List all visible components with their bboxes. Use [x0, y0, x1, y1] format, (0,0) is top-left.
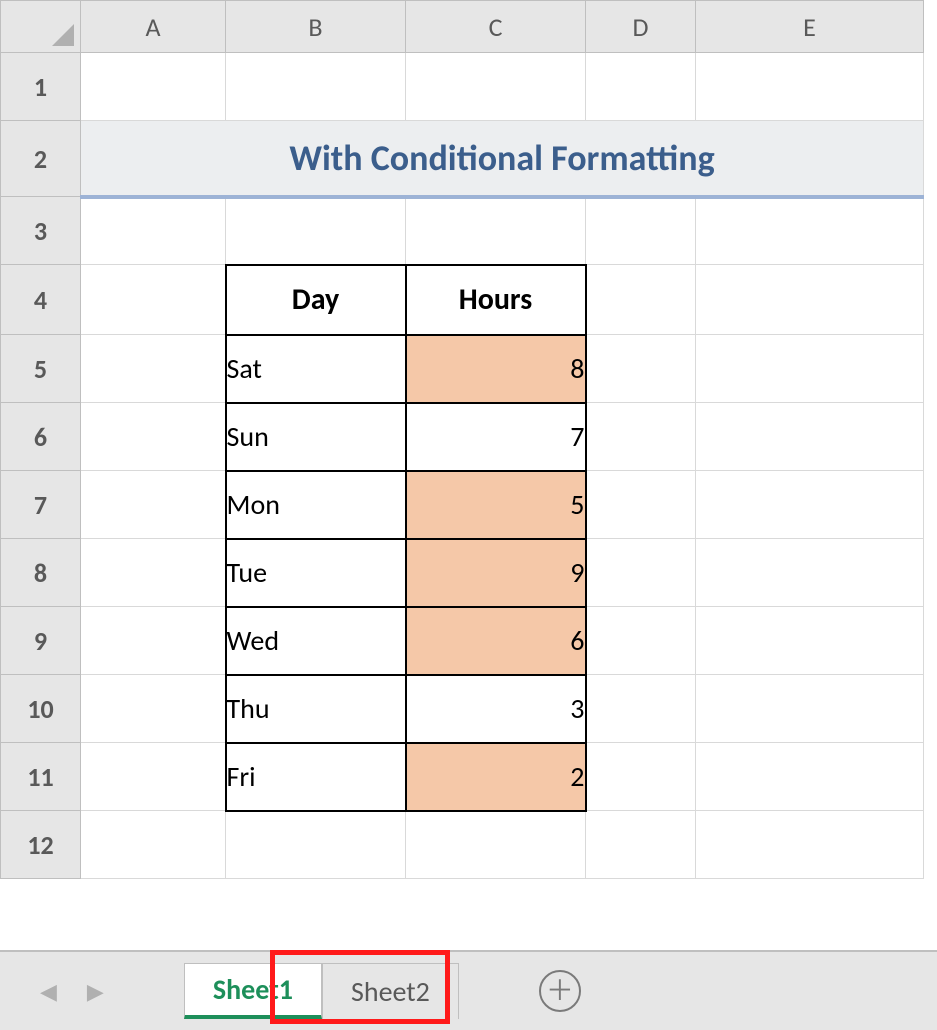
cell-E4[interactable]: [696, 265, 924, 335]
cell-hours-4[interactable]: 6: [406, 607, 586, 675]
row-header-4[interactable]: 4: [1, 265, 81, 335]
cell-D3[interactable]: [586, 197, 696, 265]
row-header-1[interactable]: 1: [1, 53, 81, 121]
tab-nav-next-icon[interactable]: ▶: [87, 978, 104, 1005]
cell-A1[interactable]: [81, 53, 226, 121]
cell-D11[interactable]: [586, 743, 696, 811]
row-header-5[interactable]: 5: [1, 335, 81, 403]
cell-D10[interactable]: [586, 675, 696, 743]
cell-hours-5[interactable]: 3: [406, 675, 586, 743]
row-header-6[interactable]: 6: [1, 403, 81, 471]
cell-A12[interactable]: [81, 811, 226, 879]
cell-C1[interactable]: [406, 53, 586, 121]
row-header-10[interactable]: 10: [1, 675, 81, 743]
row-header-9[interactable]: 9: [1, 607, 81, 675]
cell-B3[interactable]: [226, 197, 406, 265]
cell-B1[interactable]: [226, 53, 406, 121]
cell-A6[interactable]: [81, 403, 226, 471]
table-header-hours[interactable]: Hours: [406, 265, 586, 335]
cell-A5[interactable]: [81, 335, 226, 403]
tab-nav-prev-icon[interactable]: ◀: [40, 978, 57, 1005]
sheet-tab-bar: ◀ ▶ Sheet1 Sheet2 ＋: [0, 950, 937, 1030]
cell-E12[interactable]: [696, 811, 924, 879]
cell-D6[interactable]: [586, 403, 696, 471]
cell-hours-2[interactable]: 5: [406, 471, 586, 539]
cell-E10[interactable]: [696, 675, 924, 743]
cell-A7[interactable]: [81, 471, 226, 539]
row-header-11[interactable]: 11: [1, 743, 81, 811]
cell-day-5[interactable]: Thu: [226, 675, 406, 743]
col-header-E[interactable]: E: [696, 1, 924, 53]
row-header-2[interactable]: 2: [1, 121, 81, 197]
cell-day-0[interactable]: Sat: [226, 335, 406, 403]
select-all-button[interactable]: [1, 1, 81, 53]
row-header-8[interactable]: 8: [1, 539, 81, 607]
cell-E6[interactable]: [696, 403, 924, 471]
cell-E8[interactable]: [696, 539, 924, 607]
cell-C3[interactable]: [406, 197, 586, 265]
col-header-A[interactable]: A: [81, 1, 226, 53]
cell-E11[interactable]: [696, 743, 924, 811]
cell-hours-6[interactable]: 2: [406, 743, 586, 811]
cell-C12[interactable]: [406, 811, 586, 879]
cell-day-2[interactable]: Mon: [226, 471, 406, 539]
cell-hours-1[interactable]: 7: [406, 403, 586, 471]
sheet-tab-sheet1[interactable]: Sheet1: [184, 963, 322, 1019]
cell-day-4[interactable]: Wed: [226, 607, 406, 675]
cell-hours-0[interactable]: 8: [406, 335, 586, 403]
col-header-B[interactable]: B: [226, 1, 406, 53]
cell-D8[interactable]: [586, 539, 696, 607]
col-header-C[interactable]: C: [406, 1, 586, 53]
cell-A3[interactable]: [81, 197, 226, 265]
cell-D7[interactable]: [586, 471, 696, 539]
cell-A11[interactable]: [81, 743, 226, 811]
cell-D4[interactable]: [586, 265, 696, 335]
cell-D12[interactable]: [586, 811, 696, 879]
cell-E1[interactable]: [696, 53, 924, 121]
row-header-12[interactable]: 12: [1, 811, 81, 879]
title-cell[interactable]: With Conditional Formatting: [81, 121, 924, 197]
cell-day-6[interactable]: Fri: [226, 743, 406, 811]
cell-day-1[interactable]: Sun: [226, 403, 406, 471]
col-header-D[interactable]: D: [586, 1, 696, 53]
cell-E5[interactable]: [696, 335, 924, 403]
cell-E9[interactable]: [696, 607, 924, 675]
cell-A9[interactable]: [81, 607, 226, 675]
cell-B12[interactable]: [226, 811, 406, 879]
cell-D9[interactable]: [586, 607, 696, 675]
cell-D1[interactable]: [586, 53, 696, 121]
cell-A8[interactable]: [81, 539, 226, 607]
cell-E7[interactable]: [696, 471, 924, 539]
plus-icon: ＋: [546, 977, 574, 1005]
row-header-7[interactable]: 7: [1, 471, 81, 539]
cell-hours-3[interactable]: 9: [406, 539, 586, 607]
spreadsheet-grid[interactable]: A B C D E 1 2 With Conditional Formattin…: [0, 0, 937, 950]
cell-E3[interactable]: [696, 197, 924, 265]
add-sheet-button[interactable]: ＋: [539, 970, 581, 1012]
cell-A4[interactable]: [81, 265, 226, 335]
table-header-day[interactable]: Day: [226, 265, 406, 335]
sheet-tab-sheet2[interactable]: Sheet2: [322, 963, 459, 1019]
cell-D5[interactable]: [586, 335, 696, 403]
cell-A10[interactable]: [81, 675, 226, 743]
row-header-3[interactable]: 3: [1, 197, 81, 265]
cell-day-3[interactable]: Tue: [226, 539, 406, 607]
